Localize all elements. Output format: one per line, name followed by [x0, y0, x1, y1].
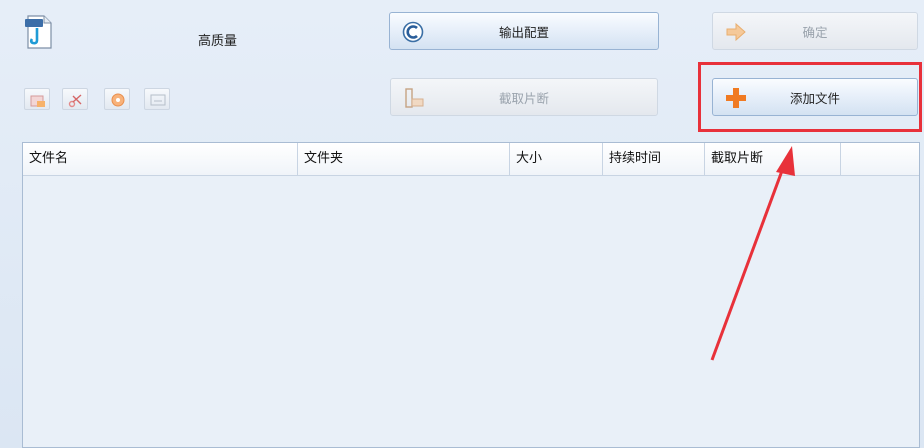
annotation-arrow [710, 146, 795, 361]
main-panel: 高质量 输出配置 确定 截取片断 添加文件 文件名 文件夹 大小 持续时间 截取… [0, 0, 924, 448]
